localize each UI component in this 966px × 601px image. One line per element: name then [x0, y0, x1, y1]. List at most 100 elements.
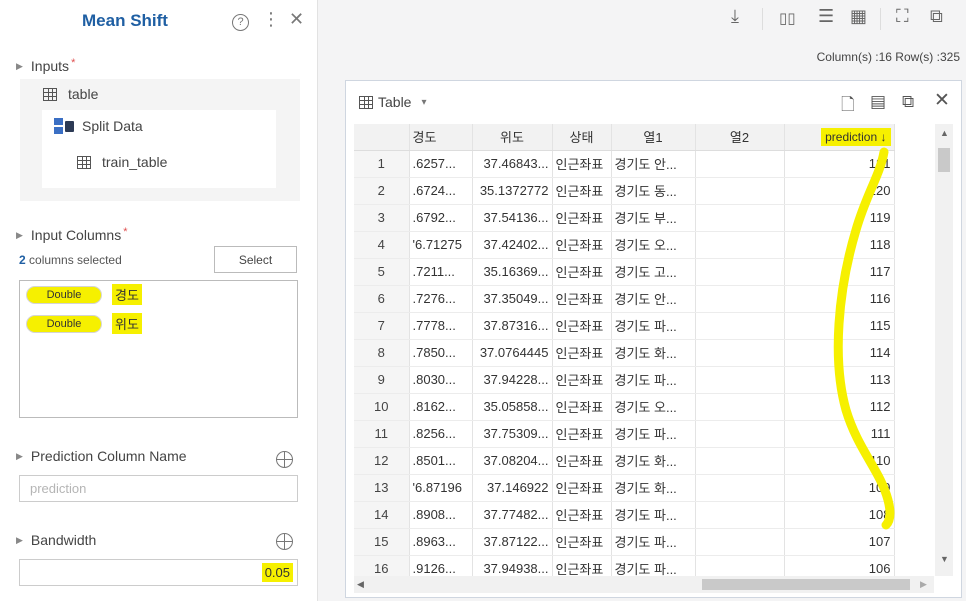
input-columns-section-toggle[interactable]: ▶ Input Columns *	[16, 226, 127, 243]
table-cell	[695, 474, 785, 502]
row-number: 15	[354, 528, 410, 556]
column-header[interactable]: 열1	[611, 124, 696, 151]
grid-layout-icon[interactable]: ▦	[850, 6, 867, 27]
globe-icon[interactable]	[276, 533, 293, 550]
column-item[interactable]: Double 위도	[26, 313, 142, 334]
fullscreen-icon[interactable]: ⛶	[896, 6, 909, 27]
row-number: 5	[354, 258, 410, 286]
table-cell: 37.54136...	[472, 204, 553, 232]
table-cell: 37.87122...	[472, 528, 553, 556]
row-number: 14	[354, 501, 410, 529]
table-row[interactable]: 6.7276... 37.35049... 인근좌표 경기도 안... 116	[354, 285, 895, 313]
download-icon[interactable]: ⤓	[731, 6, 739, 27]
row-number: 6	[354, 285, 410, 313]
data-summary-icon[interactable]: ▤	[870, 92, 886, 112]
table-cell: .8030...	[409, 366, 473, 394]
table-cell: 112	[784, 393, 895, 421]
table-row[interactable]: 2.6724... 35.1372772 인근좌표 경기도 동... 120	[354, 177, 895, 205]
bandwidth-section-toggle[interactable]: ▶ Bandwidth	[16, 532, 96, 548]
prediction-column-section-toggle[interactable]: ▶ Prediction Column Name	[16, 448, 187, 464]
table-cell: 107	[784, 528, 895, 556]
toolbar-divider	[762, 8, 763, 30]
table-cell: 111	[784, 420, 895, 448]
row-number: 12	[354, 447, 410, 475]
tree-item-train-table[interactable]: train_table	[77, 154, 167, 170]
select-columns-button[interactable]: Select	[214, 246, 297, 273]
table-row[interactable]: 1.6257... 37.46843... 인근좌표 경기도 안... 121	[354, 150, 895, 178]
add-file-icon[interactable]: 🗋	[841, 92, 855, 121]
column-header[interactable]: 경도	[409, 124, 473, 151]
table-cell	[695, 393, 785, 421]
more-icon[interactable]: ⋮	[262, 9, 280, 30]
row-number: 8	[354, 339, 410, 367]
bandwidth-input[interactable]: 0.05	[19, 559, 298, 586]
scroll-up-icon[interactable]: ▲	[940, 128, 949, 138]
table-cell: 인근좌표	[552, 447, 612, 475]
table-card: Table ▾ 🗋 ▤ ⧉ ✕ 경도 위도 상태 열1 열2 prediction ↓ 1…	[345, 80, 962, 598]
row-layout-icon[interactable]: ☰	[818, 6, 834, 27]
row-number-header[interactable]	[354, 124, 410, 151]
column-layout-icon[interactable]: ▯▯	[779, 9, 796, 27]
scroll-thumb[interactable]	[938, 148, 950, 172]
table-row[interactable]: 4'6.71275 37.42402... 인근좌표 경기도 오... 118	[354, 231, 895, 259]
scroll-thumb[interactable]	[702, 579, 910, 590]
table-view-selector[interactable]: Table ▾	[359, 94, 427, 110]
tree-item-split-data[interactable]: Split Data	[54, 118, 143, 134]
scroll-left-icon[interactable]: ◀	[357, 579, 364, 590]
column-header[interactable]: 열2	[695, 124, 785, 151]
table-row[interactable]: 15.8963... 37.87122... 인근좌표 경기도 파... 107	[354, 528, 895, 556]
close-icon[interactable]: ✕	[934, 89, 950, 112]
row-number: 4	[354, 231, 410, 259]
tree-item-table[interactable]: table	[43, 86, 98, 102]
table-row[interactable]: 9.8030... 37.94228... 인근좌표 경기도 파... 113	[354, 366, 895, 394]
column-item[interactable]: Double 경도	[26, 284, 142, 305]
prediction-header-label: prediction ↓	[821, 128, 891, 147]
table-cell: '6.71275	[409, 231, 473, 259]
table-cell: 경기도 파...	[611, 420, 696, 448]
table-row[interactable]: 12.8501... 37.08204... 인근좌표 경기도 화... 110	[354, 447, 895, 475]
vertical-scrollbar[interactable]: ▲ ▼	[935, 124, 953, 576]
scroll-down-icon[interactable]: ▼	[940, 554, 949, 564]
table-row[interactable]: 8.7850... 37.0764445 인근좌표 경기도 화... 114	[354, 339, 895, 367]
help-icon[interactable]: ?	[232, 9, 249, 31]
table-cell: 37.146922	[472, 474, 553, 502]
table-cell	[695, 528, 785, 556]
column-header[interactable]: prediction ↓	[784, 124, 895, 151]
horizontal-scrollbar[interactable]: ◀ ▶	[354, 576, 934, 593]
table-cell	[695, 501, 785, 529]
table-cell: 35.05858...	[472, 393, 553, 421]
close-icon[interactable]: ✕	[289, 9, 304, 30]
column-header[interactable]: 상태	[552, 124, 612, 151]
table-cell: .7211...	[409, 258, 473, 286]
scroll-right-icon[interactable]: ▶	[920, 579, 927, 590]
column-row-count: Column(s) :16 Row(s) :325	[816, 50, 960, 64]
popout-icon[interactable]: ⧉	[930, 6, 943, 27]
table-row[interactable]: 10.8162... 35.05858... 인근좌표 경기도 오... 112	[354, 393, 895, 421]
table-cell: 경기도 부...	[611, 204, 696, 232]
panel-title: Mean Shift	[82, 11, 168, 30]
table-cell: 37.08204...	[472, 447, 553, 475]
split-data-icon	[54, 118, 74, 134]
chevron-down-icon: ▾	[421, 96, 427, 108]
inputs-section-toggle[interactable]: ▶ Inputs *	[16, 57, 75, 74]
table-cell: 37.87316...	[472, 312, 553, 340]
table-row[interactable]: 3.6792... 37.54136... 인근좌표 경기도 부... 119	[354, 204, 895, 232]
selected-columns-list: Double 경도 Double 위도	[19, 280, 298, 418]
table-cell	[695, 447, 785, 475]
column-name: 경도	[112, 284, 142, 305]
table-cell: .6792...	[409, 204, 473, 232]
column-header[interactable]: 위도	[472, 124, 553, 151]
table-cell: 인근좌표	[552, 393, 612, 421]
globe-icon[interactable]	[276, 451, 293, 468]
table-row[interactable]: 14.8908... 37.77482... 인근좌표 경기도 파... 108	[354, 501, 895, 529]
caret-right-icon: ▶	[16, 230, 23, 240]
table-cell: 113	[784, 366, 895, 394]
table-row[interactable]: 5.7211... 35.16369... 인근좌표 경기도 고... 117	[354, 258, 895, 286]
table-cell: 37.77482...	[472, 501, 553, 529]
copy-icon[interactable]: ⧉	[902, 92, 914, 112]
table-row[interactable]: 13'6.87196 37.146922 인근좌표 경기도 화... 109	[354, 474, 895, 502]
column-name: 위도	[112, 313, 142, 334]
prediction-column-input[interactable]: prediction	[19, 475, 298, 502]
table-row[interactable]: 11.8256... 37.75309... 인근좌표 경기도 파... 111	[354, 420, 895, 448]
table-row[interactable]: 7.7778... 37.87316... 인근좌표 경기도 파... 115	[354, 312, 895, 340]
